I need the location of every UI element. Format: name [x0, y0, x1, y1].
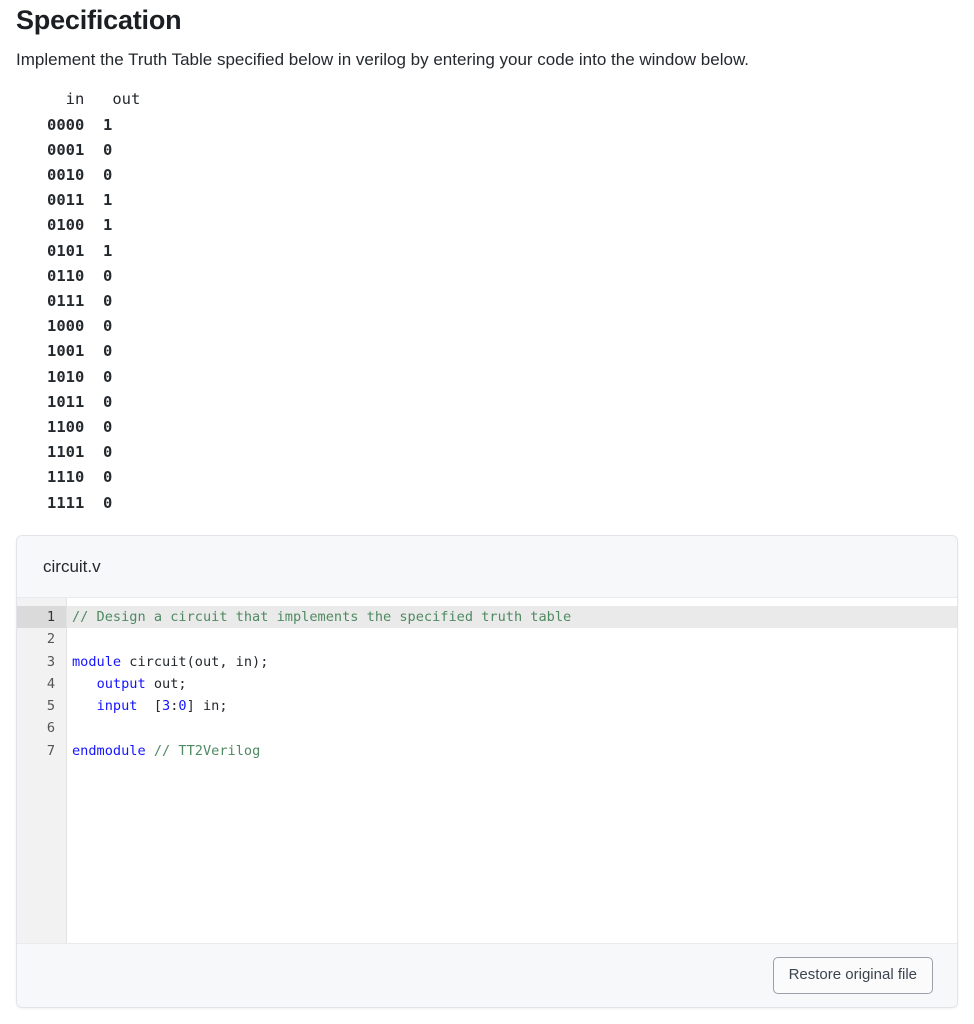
code-text: circuit(out, in);: [121, 653, 269, 670]
code-line-1[interactable]: // Design a circuit that implements the …: [67, 606, 957, 629]
line-number: 3: [46, 653, 55, 670]
table-row: 1111: [47, 493, 85, 512]
code-text-area[interactable]: // Design a circuit that implements the …: [67, 598, 957, 943]
code-text: [: [137, 698, 163, 715]
table-row: 0011: [47, 191, 85, 210]
line-number: 7: [46, 742, 55, 759]
table-row: 0110: [47, 266, 85, 285]
table-row: 1001: [47, 342, 85, 361]
table-row: 1101: [47, 443, 85, 462]
table-cell-out: 0: [103, 443, 113, 462]
table-cell-out: 0: [103, 342, 113, 361]
code-number: 3: [162, 698, 171, 715]
table-row: 0010: [47, 165, 85, 184]
table-cell-out: 0: [103, 140, 113, 159]
table-cell-out: 1: [103, 191, 113, 210]
code-keyword-output: output: [96, 675, 146, 692]
code-keyword-input: input: [96, 698, 138, 715]
code-line-7[interactable]: endmodule // TT2Verilog: [67, 740, 957, 762]
line-number: 1: [17, 606, 66, 629]
table-cell-out: 0: [103, 493, 113, 512]
code-comment: // Design a circuit that implements the …: [72, 609, 572, 625]
table-row: 0100: [47, 216, 85, 235]
table-cell-out: 0: [103, 165, 113, 184]
code-line-6[interactable]: [67, 717, 957, 739]
line-number-gutter: 1 2 3 4 5 6 7: [17, 598, 67, 943]
line-number: 6: [46, 720, 55, 737]
table-row: 0101: [47, 241, 85, 260]
code-keyword-module: module: [72, 653, 122, 670]
table-cell-out: 1: [103, 115, 113, 134]
code-text: ] in;: [186, 698, 228, 715]
table-row: 1110: [47, 468, 85, 487]
table-cell-out: 1: [103, 241, 113, 260]
table-row: 0001: [47, 140, 85, 159]
code-line-2[interactable]: [67, 628, 957, 650]
table-cell-out: 1: [103, 216, 113, 235]
table-cell-out: 0: [103, 417, 113, 436]
truth-table-header: in out: [47, 90, 141, 109]
code-comment: // TT2Verilog: [153, 742, 261, 759]
table-cell-out: 0: [103, 392, 113, 411]
table-cell-out: 0: [103, 266, 113, 285]
table-row: 0000: [47, 115, 85, 134]
table-cell-out: 0: [103, 291, 113, 310]
code-line-5[interactable]: input [3:0] in;: [67, 695, 957, 717]
editor-header: circuit.v: [17, 536, 957, 598]
specification-page: Specification Implement the Truth Table …: [0, 0, 974, 1024]
code-line-3[interactable]: module circuit(out, in);: [67, 651, 957, 673]
table-row: 1010: [47, 367, 85, 386]
table-row: 1100: [47, 417, 85, 436]
table-row: 0111: [47, 291, 85, 310]
line-number: 2: [46, 631, 55, 648]
table-cell-out: 0: [103, 367, 113, 386]
line-number: 5: [46, 698, 55, 715]
instruction-text: Implement the Truth Table specified belo…: [16, 50, 750, 70]
code-editor[interactable]: 1 2 3 4 5 6 7 // Design a circuit that i…: [17, 598, 957, 943]
line-number: 4: [46, 675, 55, 692]
table-row: 1000: [47, 317, 85, 336]
code-text: out;: [145, 675, 187, 692]
restore-original-file-button[interactable]: Restore original file: [772, 957, 933, 994]
truth-table: in out 0000 1 0001 0 0010 0 0011 1 0100 …: [16, 87, 958, 515]
code-line-4[interactable]: output out;: [67, 673, 957, 695]
table-row: 1011: [47, 392, 85, 411]
code-number: 0: [178, 698, 187, 715]
code-keyword-endmodule: endmodule: [72, 742, 146, 759]
page-title: Specification: [16, 5, 182, 35]
editor-filename: circuit.v: [43, 557, 101, 576]
editor-footer: Restore original file: [17, 943, 957, 1007]
table-cell-out: 0: [103, 317, 113, 336]
code-editor-card: circuit.v 1 2 3 4 5 6 7 // Design a circ…: [16, 535, 958, 1008]
table-cell-out: 0: [103, 468, 113, 487]
